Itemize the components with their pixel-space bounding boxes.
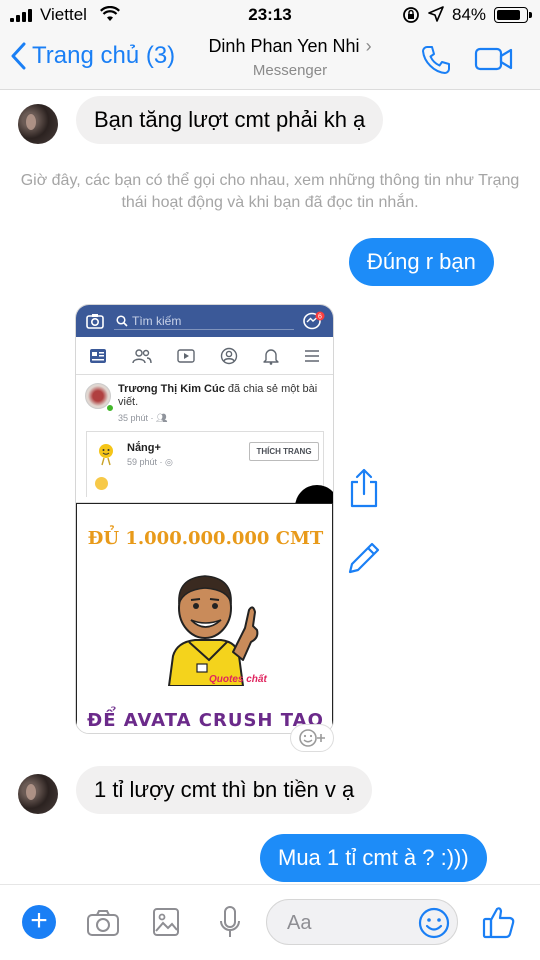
profile-icon [220, 347, 238, 364]
shared-page-card: Nắng+ 59 phút · ◎ THÍCH TRANG [86, 431, 324, 497]
system-notice: Giờ đây, các bạn có thể gọi cho nhau, xe… [20, 172, 520, 211]
incoming-message[interactable]: 1 tỉ lượy cmt thì bn tiền v ạ [76, 766, 373, 814]
more-actions-button[interactable]: + [22, 905, 56, 939]
microphone-icon[interactable] [218, 905, 242, 939]
post-header: Trương Thị Kim Cúc đã chia sẻ một bài vi… [118, 383, 328, 409]
page-time: 59 phút · ◎ [127, 457, 173, 468]
contact-subtitle: Messenger [252, 62, 328, 79]
camera-icon [86, 314, 104, 329]
outgoing-message[interactable]: Mua 1 tỉ cmt à ? :))) [260, 834, 487, 882]
menu-icon [305, 349, 320, 362]
location-arrow-icon [428, 6, 444, 22]
contact-avatar[interactable] [18, 104, 58, 144]
post-time: 35 phút · 👥︎ [118, 413, 167, 424]
add-reaction-button[interactable] [290, 724, 334, 752]
post-time-text: 35 phút · [118, 413, 154, 423]
message-input[interactable] [287, 909, 407, 937]
friends-audience-icon: 👥︎ [156, 413, 168, 423]
like-page-button: THÍCH TRANG [249, 442, 319, 461]
emoji-icon[interactable] [417, 906, 451, 940]
battery-percentage: 84% [452, 5, 487, 24]
phone-call-icon[interactable] [420, 44, 452, 76]
news-feed-icon [89, 348, 106, 363]
message-composer: + [0, 884, 540, 960]
fb-search-field: Tìm kiếm [114, 313, 294, 330]
online-status-dot [106, 404, 114, 412]
notifications-bell-icon [263, 348, 279, 365]
rotation-lock-icon [403, 7, 419, 23]
status-bar: Viettel 23:13 84% [0, 0, 540, 30]
chevron-right-icon: › [365, 36, 372, 56]
thumbs-up-man-illustration [167, 575, 259, 686]
meme-top-text: ĐỦ 1.000.000.000 CMT [87, 528, 324, 549]
incoming-message[interactable]: Bạn tăng lượt cmt phải kh ạ [76, 96, 384, 144]
meme-image: ĐỦ 1.000.000.000 CMT Quotes chất ĐỂ AVAT… [76, 503, 333, 733]
camera-icon[interactable] [86, 909, 120, 937]
contact-avatar[interactable] [18, 774, 58, 814]
watch-video-icon [177, 348, 195, 363]
smiley-plus-icon [299, 729, 325, 747]
friends-icon [132, 348, 152, 363]
shared-image[interactable]: Tìm kiếm 6 Trương Thị Kim Cúc đã chia sẻ… [75, 304, 334, 734]
page-name: Nắng+ [127, 442, 161, 454]
thumbs-up-icon[interactable] [482, 905, 516, 939]
emoji-icon [95, 477, 108, 490]
meme-watermark: Quotes chất [209, 674, 267, 685]
globe-icon: ◎ [165, 457, 173, 467]
notification-count: 6 [318, 314, 322, 321]
fb-top-bar: Tìm kiếm 6 [76, 305, 333, 337]
share-icon[interactable] [348, 468, 380, 508]
outgoing-message[interactable]: Đúng r bạn [349, 238, 494, 286]
edit-pencil-icon[interactable] [346, 540, 382, 576]
fb-tab-bar [76, 337, 333, 375]
photo-gallery-icon[interactable] [152, 907, 180, 937]
post-author: Trương Thị Kim Cúc [118, 383, 225, 395]
conversation-header: Trang chủ (3) Dinh Phan Yen Nhi › Messeng… [0, 30, 540, 90]
messenger-icon: 6 [303, 311, 325, 330]
page-time-text: 59 phút · [127, 457, 163, 467]
page-logo-icon [99, 444, 113, 466]
contact-name[interactable]: Dinh Phan Yen Nhi › [0, 36, 540, 57]
video-call-icon[interactable] [474, 46, 514, 72]
battery-icon [494, 7, 532, 23]
fb-post: Trương Thị Kim Cúc đã chia sẻ một bài vi… [76, 375, 333, 529]
message-input-container[interactable] [266, 899, 458, 945]
contact-name-text: Dinh Phan Yen Nhi [208, 36, 360, 56]
